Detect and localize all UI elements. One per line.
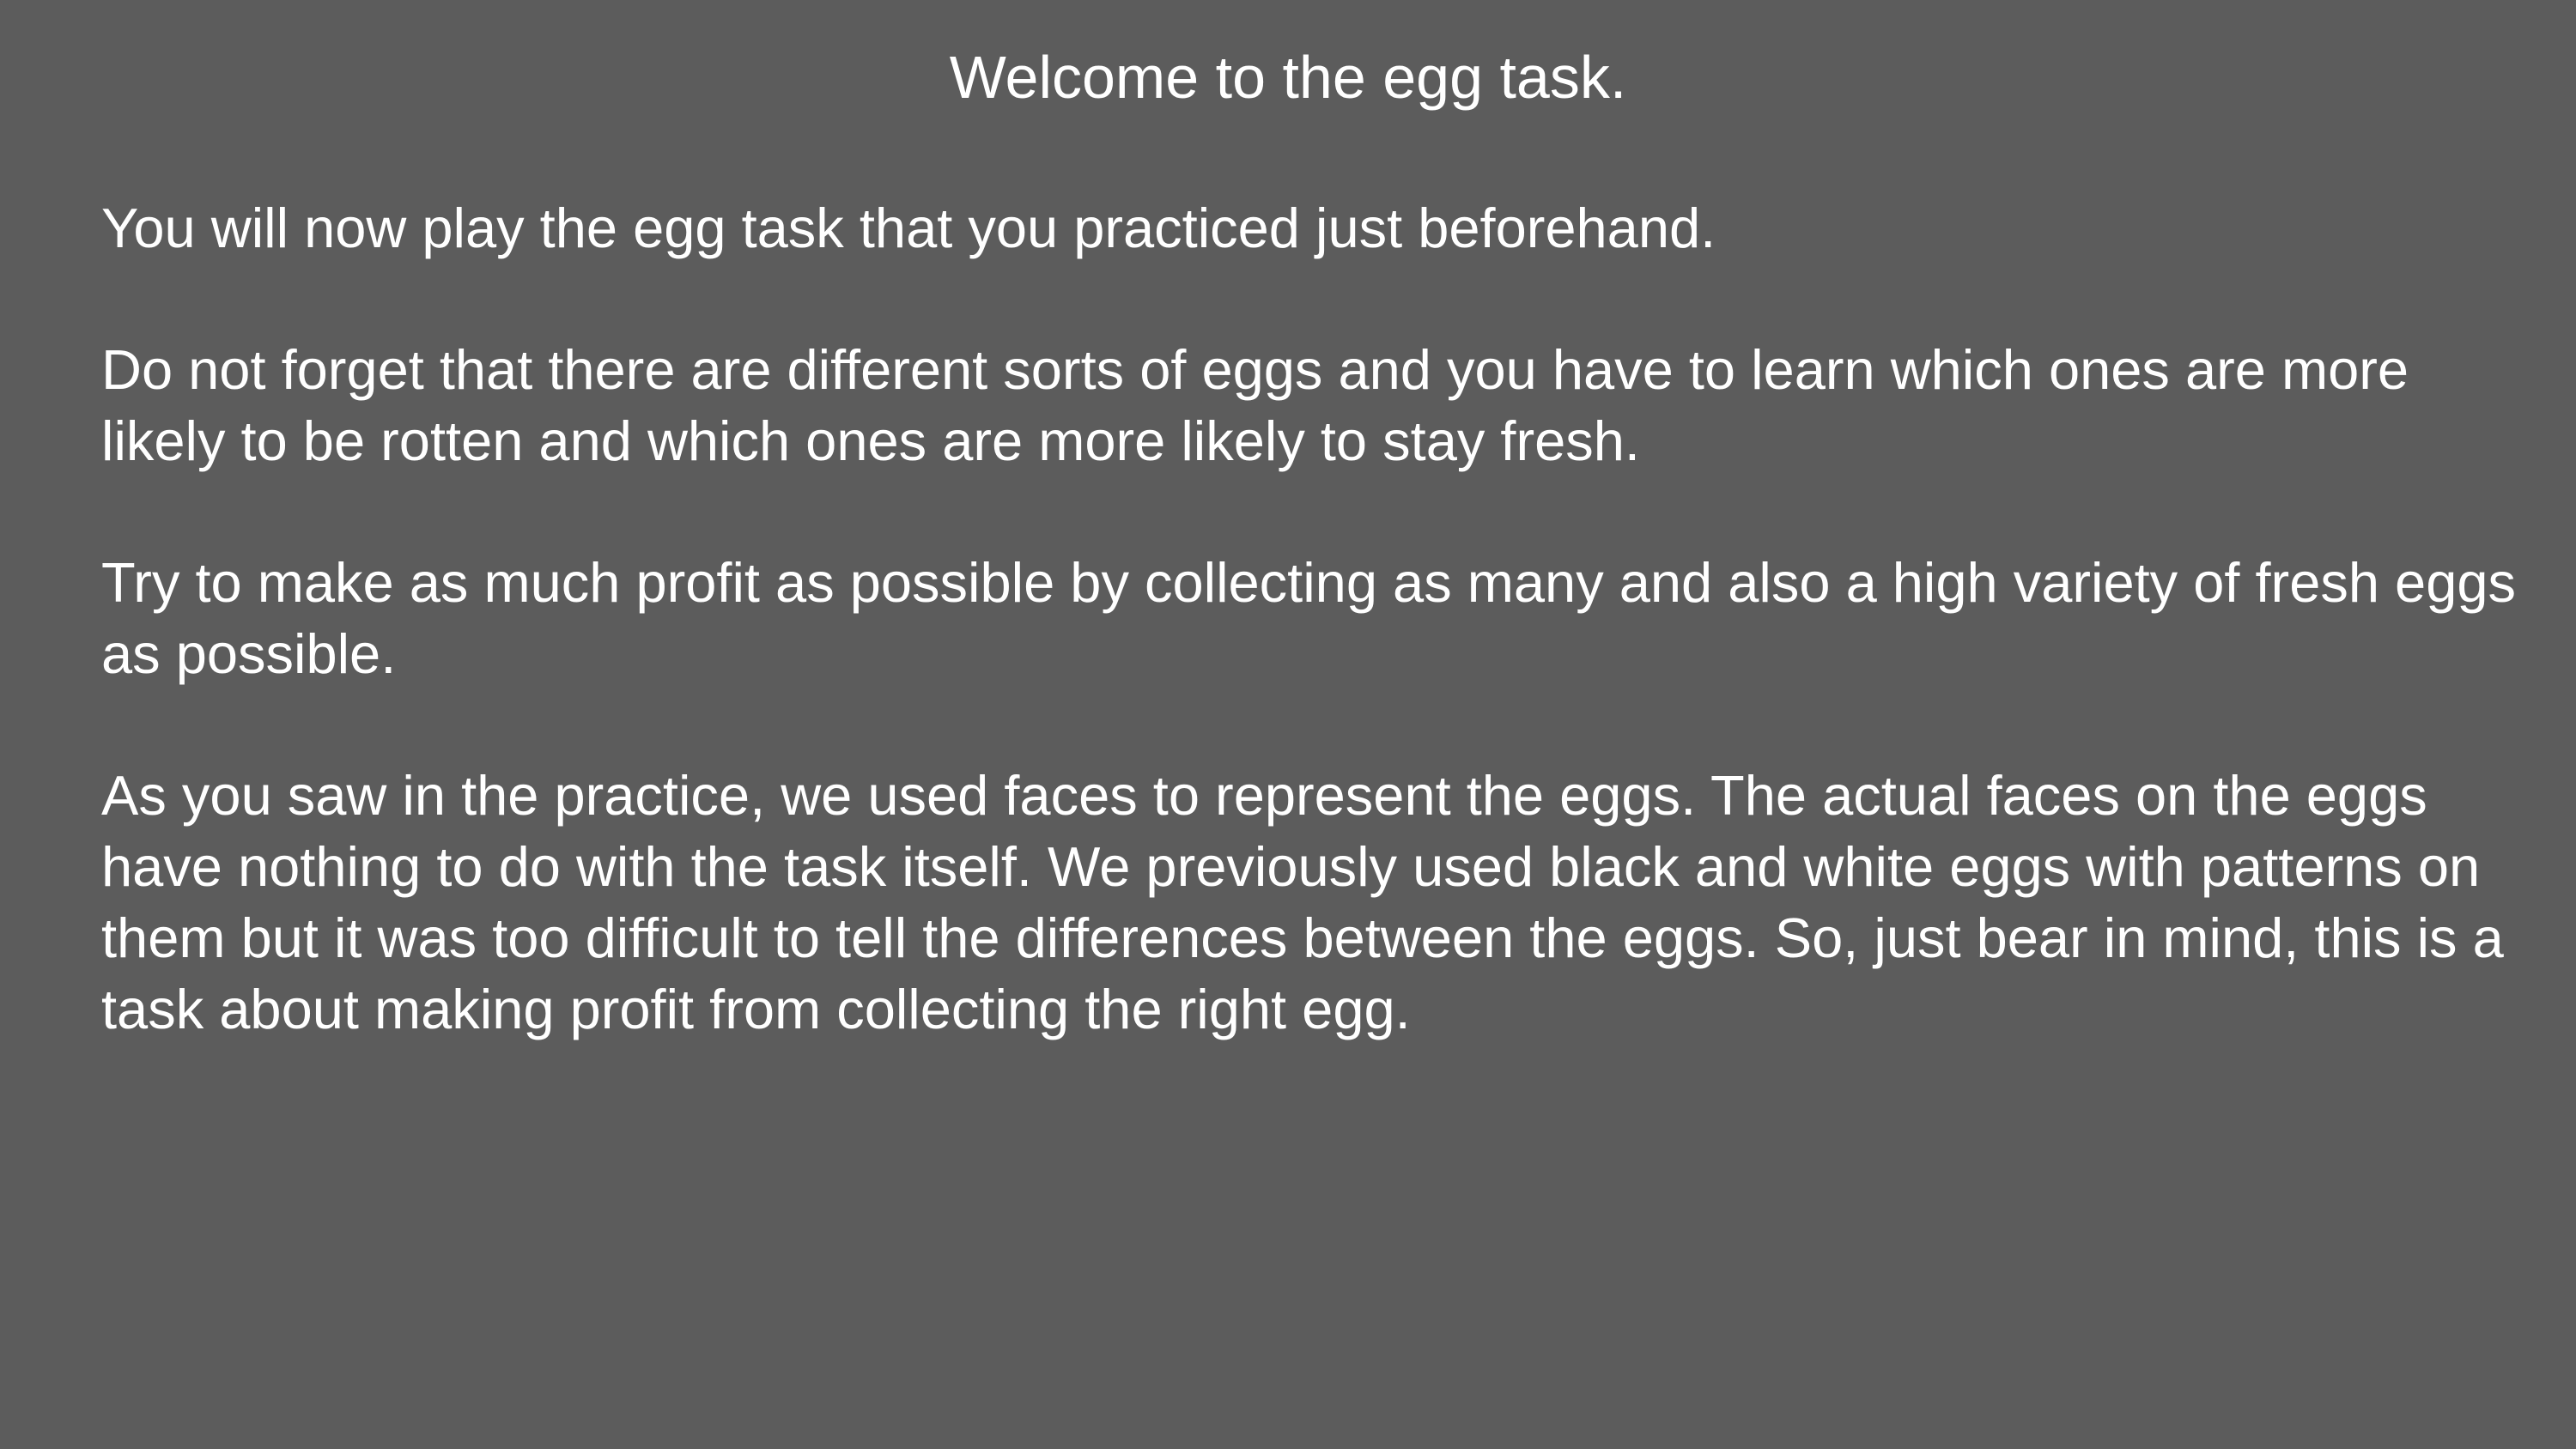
instruction-paragraph-1: You will now play the egg task that you …: [101, 197, 1716, 259]
page-title: Welcome to the egg task.: [949, 44, 1627, 111]
instruction-body: You will now play the egg task that you …: [101, 192, 2531, 1115]
instruction-paragraph-2: Do not forget that there are different s…: [101, 338, 2409, 472]
instruction-paragraph-3: Try to make as much profit as possible b…: [101, 551, 2517, 685]
instruction-screen: Welcome to the egg task. You will now pl…: [0, 0, 2576, 1449]
instruction-paragraph-4: As you saw in the practice, we used face…: [101, 764, 2504, 1040]
